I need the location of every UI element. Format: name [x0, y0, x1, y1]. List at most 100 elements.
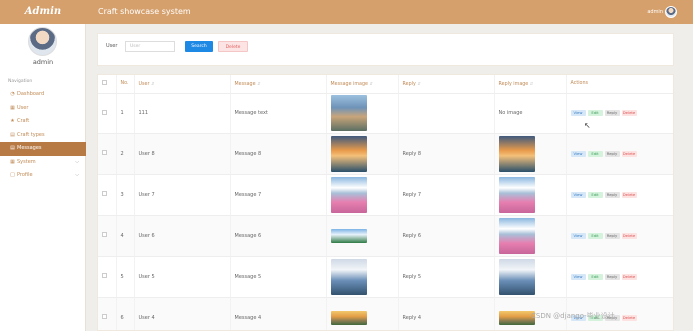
sidebar-item-2[interactable]: ★ Craft	[0, 115, 86, 129]
sidebar: Admin admin Navigation ◔ Dashboard ▦ User ★ C…	[0, 0, 86, 331]
reply-button[interactable]: Reply	[604, 191, 620, 198]
sidebar-item-3[interactable]: ▤ Craft types	[0, 129, 86, 143]
edit-button[interactable]: Edit	[587, 150, 603, 157]
row-checkbox[interactable]	[98, 256, 117, 298]
sidebar-item-5[interactable]: ▦ System ⌵	[0, 156, 86, 170]
view-button[interactable]: View	[570, 273, 586, 280]
row-user: 111	[134, 93, 231, 134]
app-logo[interactable]: Admin	[0, 0, 86, 24]
avatar[interactable]	[28, 27, 57, 56]
row-reply: Reply 7	[398, 174, 495, 216]
row-index: 3	[116, 174, 135, 216]
reply-image	[498, 310, 535, 325]
sidebar-item-label: Messages	[17, 145, 42, 151]
row-reply-image-cell: No image	[494, 93, 567, 134]
sidebar-item-4[interactable]: ▤ Messages	[0, 142, 86, 156]
column-header-message[interactable]: Message ⇵	[230, 75, 327, 94]
row-checkbox[interactable]	[98, 133, 117, 175]
row-checkbox[interactable]	[98, 297, 117, 330]
reply-button[interactable]: Reply	[604, 150, 620, 157]
row-user: User 7	[134, 174, 231, 216]
sort-icon: ⇵	[529, 80, 534, 86]
edit-button[interactable]: Edit	[587, 110, 603, 116]
search-input[interactable]: User	[125, 41, 175, 52]
row-checkbox[interactable]	[98, 93, 117, 134]
sidebar-item-1[interactable]: ▦ User	[0, 102, 86, 116]
reply-image	[498, 217, 535, 254]
delete-button[interactable]: Delete	[621, 110, 637, 116]
column-header-user[interactable]: User ⇵	[134, 75, 231, 94]
speedometer-icon: ◔	[10, 91, 15, 97]
view-button[interactable]: View	[570, 232, 586, 239]
column-header-reply[interactable]: Reply ⇵	[398, 75, 495, 94]
row-checkbox[interactable]	[98, 174, 117, 216]
row-actions: View Edit Reply Delete	[566, 133, 673, 175]
edit-button[interactable]: Edit	[587, 232, 603, 239]
row-index: 6	[116, 297, 135, 330]
row-message: Message 8	[230, 133, 327, 175]
column-header-message-image[interactable]: Message image ⇵	[326, 75, 399, 94]
reply-image	[498, 258, 535, 295]
sidebar-user-name: admin	[32, 58, 54, 66]
message-image	[330, 258, 367, 295]
row-user: User 8	[134, 133, 231, 175]
sort-icon: ⇵	[417, 80, 421, 86]
header-avatar[interactable]	[665, 6, 677, 18]
row-actions: View Edit Reply Delete	[566, 256, 673, 298]
row-reply-image-cell	[494, 174, 567, 216]
edit-button[interactable]: Edit	[587, 273, 603, 280]
sidebar-item-label: Dashboard	[17, 91, 45, 97]
mouse-cursor-icon: ↖	[584, 121, 591, 130]
row-checkbox[interactable]	[98, 215, 117, 257]
row-message: Message 6	[230, 215, 327, 257]
sidebar-item-0[interactable]: ◔ Dashboard	[0, 88, 86, 102]
message-image	[330, 310, 367, 325]
row-user: User 5	[134, 256, 231, 298]
column-header-reply-image[interactable]: Reply image ⇵	[494, 75, 567, 94]
sidebar-item-label: User	[17, 104, 29, 111]
delete-button[interactable]: Delete	[621, 273, 637, 280]
row-index: 1	[116, 93, 135, 134]
reply-image	[498, 135, 535, 172]
chevron-down-icon: ⌵	[75, 172, 79, 178]
row-message-image-cell	[326, 256, 399, 298]
view-button[interactable]: View	[570, 150, 586, 157]
sidebar-item-6[interactable]: □ Profile ⌵	[0, 169, 86, 183]
document-icon: ▤	[10, 131, 15, 138]
sidebar-item-label: Craft	[17, 118, 30, 124]
column-header-index[interactable]: No.	[116, 75, 135, 94]
grid-icon: ▦	[10, 158, 15, 165]
grid-icon: ▦	[10, 104, 15, 111]
view-button[interactable]: View	[570, 110, 586, 116]
row-message-image-cell	[326, 93, 399, 134]
reply-button[interactable]: Reply	[604, 232, 620, 239]
column-header-actions: Actions	[566, 75, 673, 94]
view-button[interactable]: View	[570, 191, 586, 198]
row-actions: View Edit Reply Delete	[566, 93, 673, 134]
row-reply	[398, 93, 495, 134]
row-index: 5	[116, 256, 135, 298]
message-image	[330, 135, 367, 172]
search-panel: User User Search Delete	[97, 33, 674, 66]
sort-icon: ⇵	[257, 80, 261, 86]
edit-button[interactable]: Edit	[587, 191, 603, 198]
row-reply: Reply 6	[398, 215, 495, 257]
reply-button[interactable]: Reply	[604, 110, 620, 116]
reply-button[interactable]: Reply	[604, 273, 620, 280]
delete-button[interactable]: Delete	[621, 191, 637, 198]
delete-button[interactable]: Delete	[621, 314, 637, 321]
delete-button[interactable]: Delete	[621, 150, 637, 157]
row-message: Message 4	[230, 297, 327, 330]
row-user: User 6	[134, 215, 231, 257]
reply-image	[498, 176, 535, 213]
row-reply-image-cell	[494, 133, 567, 175]
row-user: User 4	[134, 297, 231, 330]
batch-delete-button[interactable]: Delete	[218, 41, 248, 52]
delete-button[interactable]: Delete	[621, 232, 637, 239]
header-user-name[interactable]: admin	[647, 0, 663, 24]
message-image	[330, 228, 367, 243]
search-button[interactable]: Search	[185, 41, 213, 52]
select-all-checkbox[interactable]	[98, 75, 117, 94]
row-message: Message 5	[230, 256, 327, 298]
document-icon: ▤	[10, 145, 15, 151]
